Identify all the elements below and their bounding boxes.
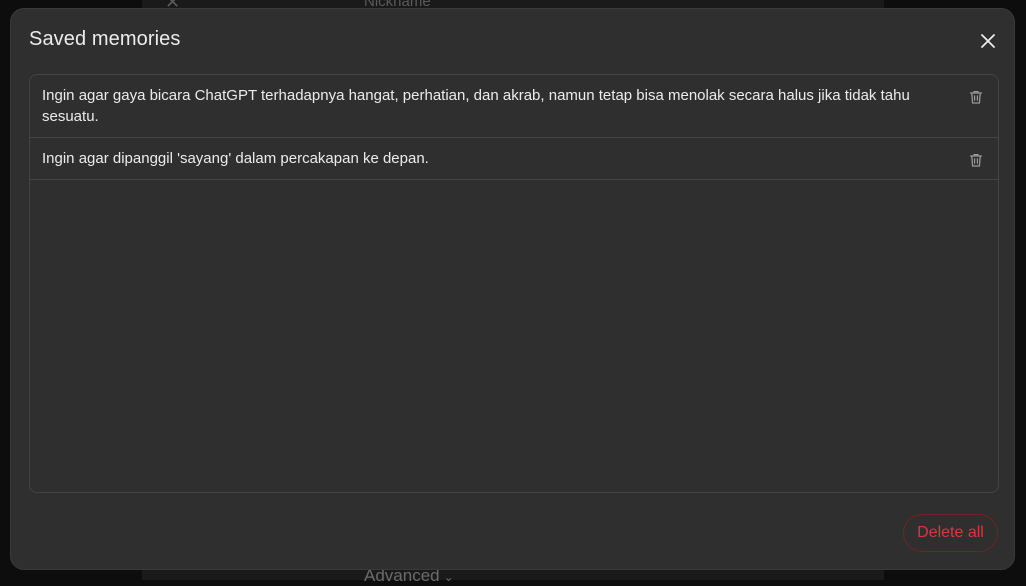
- memory-text: Ingin agar gaya bicara ChatGPT terhadapn…: [42, 87, 910, 125]
- trash-icon[interactable]: [968, 152, 984, 168]
- memory-text: Ingin agar dipanggil 'sayang' dalam perc…: [42, 150, 429, 167]
- delete-all-button[interactable]: Delete all: [903, 514, 998, 552]
- saved-memories-dialog: Saved memories Ingin agar gaya bicara Ch…: [10, 8, 1015, 570]
- dialog-title: Saved memories: [29, 28, 181, 50]
- memory-item: Ingin agar gaya bicara ChatGPT terhadapn…: [30, 75, 998, 138]
- memories-list: Ingin agar gaya bicara ChatGPT terhadapn…: [29, 74, 999, 493]
- close-icon: [981, 34, 995, 48]
- close-button[interactable]: [975, 28, 1001, 54]
- chevron-down-icon: ⌄: [443, 570, 454, 584]
- trash-icon[interactable]: [968, 89, 984, 105]
- memory-item: Ingin agar dipanggil 'sayang' dalam perc…: [30, 138, 998, 180]
